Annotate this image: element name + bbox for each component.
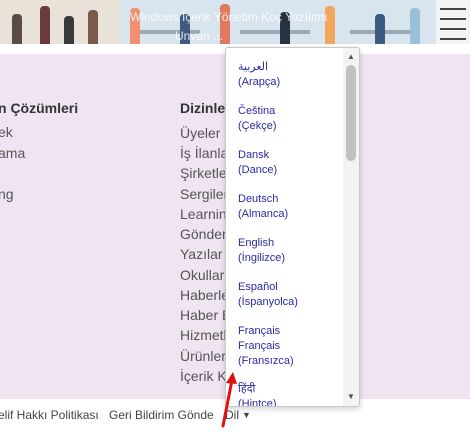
caret-down-icon: ▼ <box>242 410 251 420</box>
language-native-name: العربية <box>238 61 269 73</box>
top-banner-image: Windows İçerik Yönetim Koç Yazılımı Unva… <box>0 0 470 44</box>
language-translated-name: (Arapça) <box>238 76 281 88</box>
scrollbar-thumb[interactable] <box>346 65 356 161</box>
footer-dir-link-products[interactable]: Ürünler <box>180 348 226 364</box>
footer-dir-link-companies[interactable]: Şirketle <box>180 165 227 181</box>
language-native-name: Deutsch <box>238 193 279 205</box>
dropdown-scrollbar[interactable]: ▲ ▼ <box>343 48 359 406</box>
language-option-arabic[interactable]: العربية (Arapça) <box>238 60 338 90</box>
language-option-german[interactable]: Deutsch (Almanca) <box>238 192 338 222</box>
language-translated-name: (Fransızca) <box>238 355 294 367</box>
scroll-down-arrow-icon[interactable]: ▼ <box>343 390 359 404</box>
scroll-up-arrow-icon[interactable]: ▲ <box>343 50 359 64</box>
language-translated-name: (Almanca) <box>238 208 289 220</box>
footer-dir-link-news-b[interactable]: Haber B <box>180 307 231 323</box>
footer-dir-link-jobs[interactable]: İş İlanla <box>180 145 228 161</box>
language-translated-name: (Dance) <box>238 164 278 176</box>
banner-overlay-text: Windows İçerik Yönetim Koç Yazılımı <box>130 10 328 24</box>
language-option-french[interactable]: Français Français (Fransızca) <box>238 324 338 369</box>
footer-col-solutions-title: n Çözümleri <box>0 100 79 116</box>
footer-dir-link-services[interactable]: Hizmetl <box>180 327 227 343</box>
footer-col-directories-title: Dizinler <box>180 100 231 116</box>
language-native-name-2: Français <box>238 340 281 352</box>
language-native-name: हिंदी <box>238 383 256 395</box>
language-option-english[interactable]: English (İngilizce) <box>238 236 338 266</box>
footer-col1-link[interactable]: ng <box>0 186 14 202</box>
footer-dir-link-schools[interactable]: Okullar <box>180 267 224 283</box>
language-dropdown-menu[interactable]: العربية (Arapça) Čeština (Çekçe) Dansk (… <box>225 47 360 407</box>
language-translated-name: (Hintçe) <box>238 398 277 407</box>
language-option-czech[interactable]: Čeština (Çekçe) <box>238 104 338 134</box>
red-arrow-annotation-icon <box>221 372 237 428</box>
footer-col1-link[interactable]: ama <box>0 145 25 161</box>
language-translated-name: (İngilizce) <box>238 252 286 264</box>
footer-dir-link-news[interactable]: Haberle <box>180 287 229 303</box>
language-translated-name: (İspanyolca) <box>238 296 298 308</box>
language-option-spanish[interactable]: Español (İspanyolca) <box>238 280 338 310</box>
language-native-name: Français <box>238 325 281 337</box>
language-option-hindi[interactable]: हिंदी (Hintçe) <box>238 382 338 407</box>
language-option-danish[interactable]: Dansk (Dance) <box>238 148 338 178</box>
footer-col1-link[interactable]: ek <box>0 124 13 140</box>
footer-dir-link-posts[interactable]: Gönder <box>180 226 227 242</box>
footer-dir-link-articles[interactable]: Yazılar <box>180 246 223 262</box>
language-native-name: Čeština <box>238 105 276 117</box>
copyright-policy-link[interactable]: elif Hakkı Politikası <box>0 408 99 422</box>
language-translated-name: (Çekçe) <box>238 120 277 132</box>
banner-shelf <box>436 0 470 44</box>
language-native-name: English <box>238 237 275 249</box>
footer-dir-link-members[interactable]: Üyeler <box>180 125 220 141</box>
banner-overlay-text-2: Unvan ... <box>175 29 224 43</box>
language-native-name: Español <box>238 281 278 293</box>
banner-left-photo <box>0 0 120 44</box>
language-native-name: Dansk <box>238 149 270 161</box>
footer-dir-link-exhibitions[interactable]: Sergiler <box>180 186 228 202</box>
send-feedback-link[interactable]: Geri Bildirim Gönde <box>109 408 214 422</box>
